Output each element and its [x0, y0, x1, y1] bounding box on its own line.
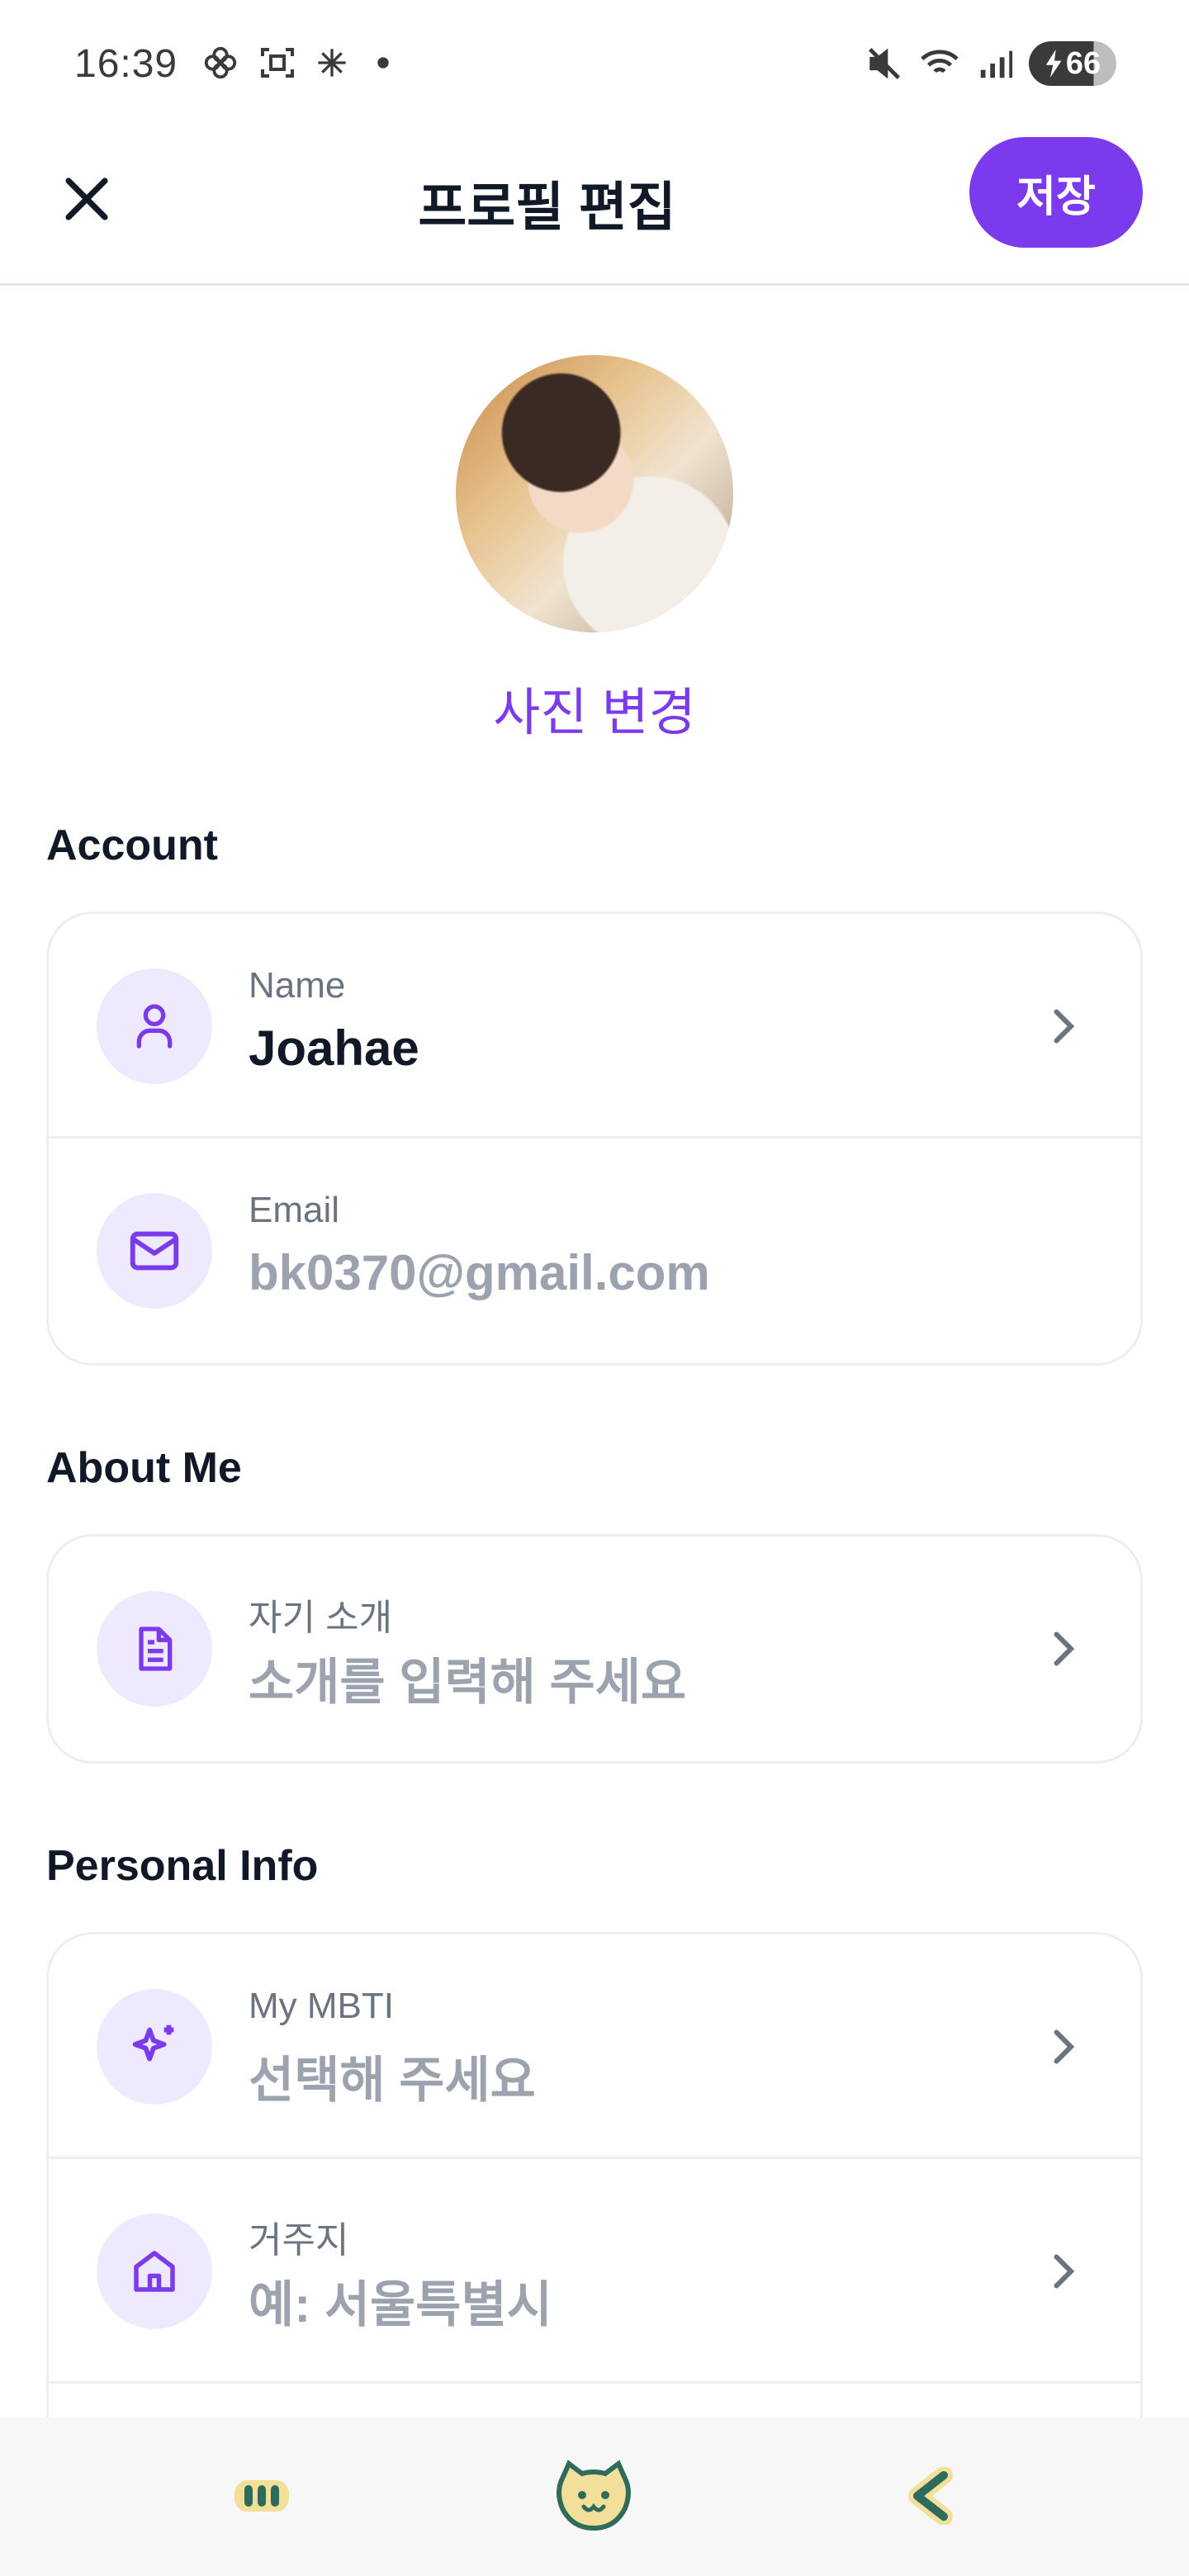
chevron-right-icon — [1054, 1009, 1075, 1044]
residence-value: 예: 서울특별시 — [249, 2277, 552, 2332]
status-bar: 16:39 66 — [0, 0, 1189, 132]
intro-value: 소개를 입력해 주세요 — [249, 1655, 687, 1710]
page-title: 프로필 편집 — [418, 178, 676, 237]
user-icon — [97, 968, 212, 1084]
avatar[interactable] — [456, 355, 733, 632]
about-card: 자기 소개 소개를 입력해 주세요 — [46, 1534, 1143, 1764]
document-icon — [97, 1591, 212, 1707]
section-title-personal: Personal Info — [46, 1842, 319, 1890]
residence-label: 거주지 — [249, 2220, 349, 2261]
name-row[interactable]: Name Joahae — [49, 914, 1140, 1139]
dot-icon — [377, 57, 389, 69]
section-title-about: About Me — [46, 1444, 242, 1492]
mail-icon — [97, 1193, 212, 1309]
bottom-nav — [0, 2417, 1189, 2576]
flower-icon — [204, 46, 237, 79]
email-value: bk0370@gmail.com — [249, 1245, 710, 1300]
change-photo-button[interactable]: 사진 변경 — [0, 670, 1189, 745]
residence-row[interactable]: 거주지 예: 서울특별시 — [49, 2159, 1140, 2384]
mute-icon — [869, 48, 900, 79]
signal-icon — [980, 50, 1013, 78]
home-icon — [97, 2214, 212, 2329]
intro-label: 자기 소개 — [249, 1598, 393, 1638]
battery-level: 66 — [1065, 45, 1101, 81]
recent-apps-button[interactable] — [216, 2451, 307, 2541]
cat-face-icon — [557, 2460, 631, 2531]
name-label: Name — [249, 965, 346, 1006]
back-button[interactable] — [885, 2451, 976, 2541]
status-time: 16:39 — [74, 42, 178, 86]
intro-row[interactable]: 자기 소개 소개를 입력해 주세요 — [49, 1537, 1140, 1761]
save-button[interactable]: 저장 — [969, 137, 1143, 248]
back-arrow-icon — [908, 2467, 953, 2525]
sparkle-icon — [97, 1989, 212, 2105]
mbti-label: My MBTI — [249, 1986, 394, 2026]
screenshot-icon — [261, 48, 294, 78]
mbti-row[interactable]: My MBTI 선택해 주세요 — [49, 1934, 1140, 2159]
name-value: Joahae — [249, 1020, 419, 1076]
battery-icon: 66 — [1029, 41, 1116, 86]
mbti-value: 선택해 주세요 — [249, 2053, 536, 2108]
chevron-right-icon — [1054, 2029, 1075, 2064]
account-card: Name Joahae Email bk0370@gmail.com — [46, 912, 1143, 1366]
header: 프로필 편집 저장 — [0, 132, 1189, 286]
section-title-account: Account — [46, 822, 218, 869]
recent-apps-icon — [234, 2480, 289, 2512]
home-button[interactable] — [548, 2451, 639, 2541]
chevron-right-icon — [1054, 1631, 1075, 1666]
wifi-icon — [921, 50, 959, 73]
email-row: Email bk0370@gmail.com — [49, 1139, 1140, 1363]
snowflake-icon — [318, 49, 346, 77]
email-label: Email — [249, 1190, 340, 1230]
chevron-right-icon — [1054, 2254, 1075, 2289]
